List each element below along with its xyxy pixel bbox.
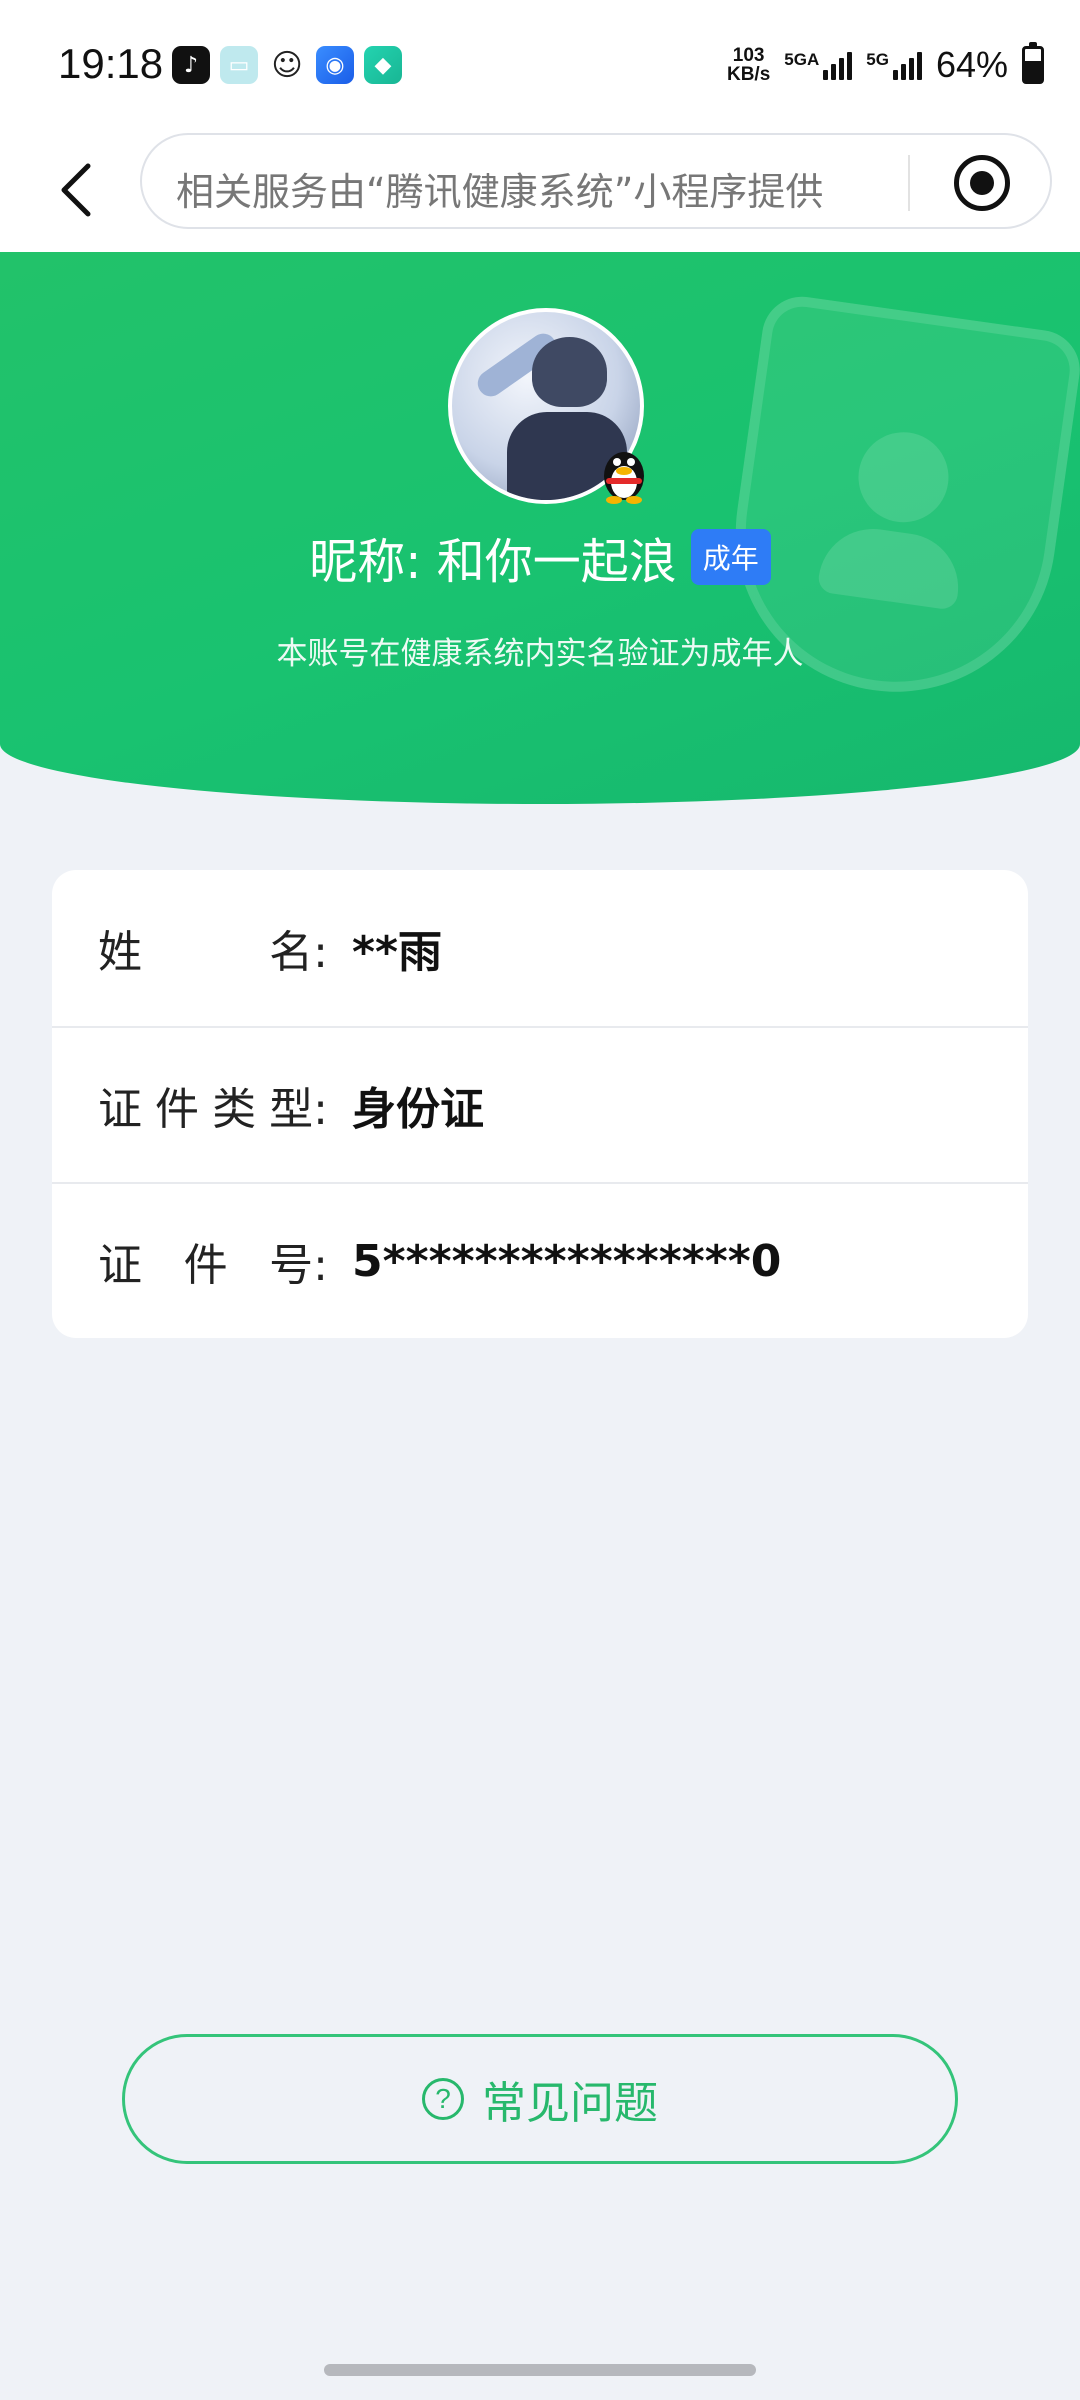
capsule-divider [908,155,910,211]
profile-header: 昵称: 和你一起浪 成年 本账号在健康系统内实名验证为成年人 [0,252,1080,804]
help-circle-icon: ? [422,2078,464,2120]
label-char: 件 [183,1240,228,1291]
sim2-label: 5G [866,50,889,69]
tiktok-icon: ♪ [172,46,210,84]
speed-value: 103 [732,45,765,66]
verification-text: 本账号在健康系统内实名验证为成年人 [276,636,804,672]
info-row-id-number: 证 件 号: 5****************0 [52,1182,1028,1338]
label-char: 号: [269,1240,328,1291]
identity-info-card: 姓 名: **雨 证 件 类 型: 身份证 证 件 号: 5**********… [52,870,1028,1338]
label-char: 名: [269,927,328,978]
notification-icons: ♪ ▭ ☺ ◉ ◆ [172,46,402,84]
status-bar: 19:18 ♪ ▭ ☺ ◉ ◆ 103 KB/s 5GA 5G 64% [0,0,1080,130]
network-speed: 103 KB/s [727,46,770,84]
status-time: 19:18 [58,40,164,87]
label-char: 证 [98,1084,142,1135]
info-value-id-number: 5****************0 [352,1235,782,1287]
info-label: 证 件 类 型: [98,1073,328,1137]
sim1-signal: 5GA [784,50,853,80]
close-target-icon[interactable] [954,155,1010,211]
signal-bars-icon [823,50,853,80]
nickname-row: 昵称: 和你一起浪 成年 [0,522,1080,592]
label-char: 证 [98,1240,142,1291]
info-value-name: **雨 [352,927,443,978]
nav-bar: 相关服务由“腾讯健康系统”小程序提供 [0,130,1080,252]
info-value-id-type: 身份证 [352,1084,484,1135]
status-indicators: 103 KB/s 5GA 5G 64% [727,42,1044,86]
label-char: 类 [212,1084,257,1135]
wechat-icon: ☺ [268,46,306,84]
info-row-id-type: 证 件 类 型: 身份证 [52,1026,1028,1182]
adult-badge: 成年 [690,529,771,585]
qq-penguin-icon [604,452,644,504]
sim2-signal: 5G [866,50,922,80]
chevron-left-icon [61,163,91,217]
nickname: 昵称: 和你一起浪 [309,534,677,590]
info-row-name: 姓 名: **雨 [52,870,1028,1026]
sim1-label: 5GA [784,50,820,69]
signal-bars-icon [892,50,922,80]
battery-percent: 64% [935,44,1008,85]
message-icon: ▭ [220,46,258,84]
info-label: 姓 名: [98,916,328,980]
home-indicator[interactable] [324,2364,756,2376]
faq-button[interactable]: ? 常见问题 [122,2034,958,2164]
info-label: 证 件 号: [98,1229,328,1293]
speed-unit: KB/s [726,64,771,85]
battery-icon [1022,42,1044,84]
mini-program-capsule[interactable]: 相关服务由“腾讯健康系统”小程序提供 [140,133,1052,229]
back-button[interactable] [38,152,114,228]
label-char: 型: [269,1084,328,1135]
browser-icon: ◉ [316,46,354,84]
label-char: 件 [155,1084,200,1135]
app-store-icon: ◆ [364,46,402,84]
faq-label: 常见问题 [482,2078,658,2129]
service-provider-text: 相关服务由“腾讯健康系统”小程序提供 [176,170,824,214]
label-char: 姓 [98,927,142,978]
